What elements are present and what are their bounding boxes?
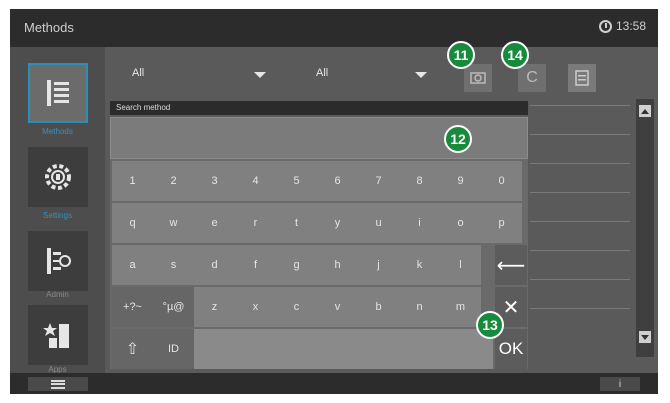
key[interactable]: 5	[276, 161, 317, 201]
key[interactable]: 9	[440, 161, 481, 201]
key[interactable]: r	[235, 203, 276, 243]
key[interactable]: g	[276, 245, 317, 285]
info-button[interactable]: i	[600, 377, 640, 391]
scrollbar[interactable]	[636, 99, 654, 357]
method-list	[530, 105, 630, 337]
callout-marker-12: 12	[444, 125, 472, 153]
clock-icon	[598, 19, 612, 33]
key[interactable]: u	[358, 203, 399, 243]
top-bar: Methods 13:58	[10, 9, 658, 47]
key[interactable]: 1	[112, 161, 153, 201]
key[interactable]: d	[194, 245, 235, 285]
list-separator	[530, 134, 630, 135]
callout-marker-14: 14	[501, 41, 529, 69]
list-separator	[530, 308, 630, 309]
key[interactable]: a	[112, 245, 153, 285]
key[interactable]: 4	[235, 161, 276, 201]
sidebar: Methods Settings Admin Apps	[10, 47, 105, 374]
key[interactable]: 0	[481, 161, 522, 201]
callout-marker-13: 13	[476, 311, 504, 339]
id-key[interactable]: ID	[153, 329, 194, 369]
sidebar-item-settings-label: Settings	[43, 211, 72, 220]
key[interactable]: 2	[153, 161, 194, 201]
key-symbols[interactable]: +?~	[112, 287, 153, 327]
list-separator	[530, 192, 630, 193]
scroll-up-button[interactable]	[639, 105, 651, 117]
scroll-down-button[interactable]	[639, 331, 651, 343]
key[interactable]: b	[358, 287, 399, 327]
clear-filter-button[interactable]: C	[518, 64, 546, 92]
key[interactable]: w	[153, 203, 194, 243]
menu-button[interactable]	[28, 377, 88, 391]
filter-dropdown-1[interactable]: All	[132, 67, 144, 79]
arrow-up-icon	[641, 108, 649, 114]
chevron-down-icon[interactable]	[254, 72, 266, 78]
settings-gear-icon	[45, 164, 71, 190]
sidebar-item-apps[interactable]	[28, 305, 88, 365]
key[interactable]: 6	[317, 161, 358, 201]
backspace-key[interactable]: ⟵	[495, 245, 527, 285]
key[interactable]: i	[399, 203, 440, 243]
key[interactable]: q	[112, 203, 153, 243]
list-separator	[530, 163, 630, 164]
bottom-bar: i	[10, 373, 658, 394]
clock-time: 13:58	[615, 19, 646, 33]
apps-icon	[43, 323, 69, 348]
key[interactable]: s	[153, 245, 194, 285]
document-icon	[575, 70, 589, 86]
key[interactable]: p	[481, 203, 522, 243]
document-button[interactable]	[568, 64, 596, 92]
key[interactable]: j	[358, 245, 399, 285]
sidebar-item-admin[interactable]	[28, 231, 88, 291]
chevron-down-icon[interactable]	[415, 72, 427, 78]
sidebar-item-admin-label: Admin	[46, 290, 69, 299]
key[interactable]: n	[399, 287, 440, 327]
key[interactable]: c	[276, 287, 317, 327]
key[interactable]: 8	[399, 161, 440, 201]
list-separator	[530, 221, 630, 222]
list-separator	[530, 250, 630, 251]
key[interactable]: l	[440, 245, 481, 285]
admin-icon	[47, 248, 71, 274]
onscreen-keyboard: 1 2 3 4 5 6 7 8 9 0 q w e r t y u i o p …	[110, 159, 528, 369]
sidebar-item-methods[interactable]	[28, 63, 88, 123]
methods-list-icon	[47, 80, 69, 106]
key[interactable]: t	[276, 203, 317, 243]
key[interactable]: 3	[194, 161, 235, 201]
search-button[interactable]	[464, 64, 492, 92]
shift-key[interactable]: ⇧	[112, 329, 153, 369]
clock: 13:58	[598, 19, 646, 33]
sidebar-item-settings[interactable]	[28, 147, 88, 207]
callout-marker-11: 11	[447, 41, 475, 69]
key[interactable]: z	[194, 287, 235, 327]
key[interactable]: m	[440, 287, 481, 327]
hamburger-icon	[51, 379, 65, 389]
key[interactable]: h	[317, 245, 358, 285]
list-separator	[530, 279, 630, 280]
key[interactable]: x	[235, 287, 276, 327]
key[interactable]: o	[440, 203, 481, 243]
sidebar-item-methods-label: Methods	[42, 127, 73, 136]
arrow-down-icon	[641, 334, 649, 340]
key[interactable]: k	[399, 245, 440, 285]
key[interactable]: v	[317, 287, 358, 327]
key[interactable]: f	[235, 245, 276, 285]
space-key[interactable]	[194, 329, 493, 369]
search-panel-header: Search method	[110, 101, 528, 115]
key[interactable]: e	[194, 203, 235, 243]
search-icon	[470, 72, 486, 84]
key[interactable]: y	[317, 203, 358, 243]
page-title: Methods	[24, 20, 74, 35]
key[interactable]: 7	[358, 161, 399, 201]
filter-dropdown-2[interactable]: All	[316, 67, 328, 79]
list-separator	[530, 105, 630, 106]
key-special[interactable]: °µ@	[153, 287, 194, 327]
device-screen: Methods 13:58 Methods Settings Admin App…	[10, 9, 658, 394]
